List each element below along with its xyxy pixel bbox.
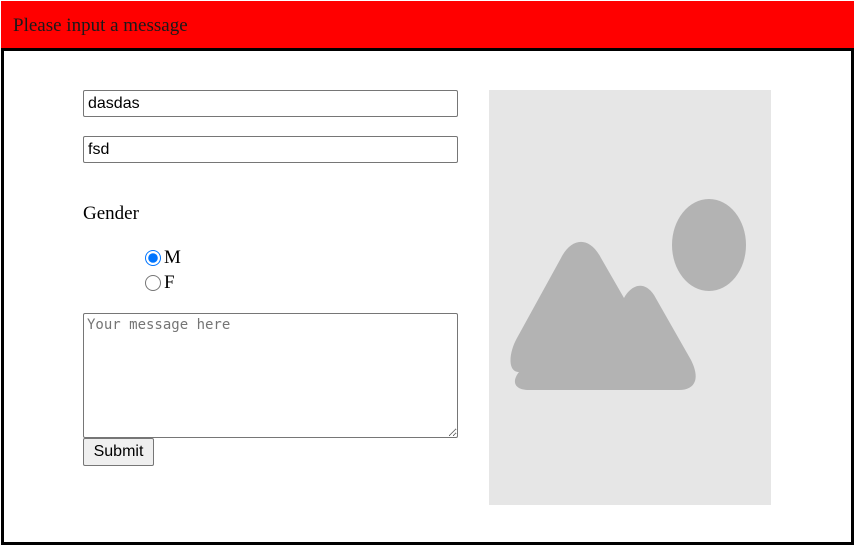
gender-label: Gender <box>83 203 139 224</box>
message-textarea[interactable] <box>83 313 458 438</box>
gender-option-m[interactable]: M <box>144 248 181 268</box>
header-banner: Please input a message <box>1 1 854 49</box>
sun-shape <box>672 199 746 291</box>
submit-button[interactable]: Submit <box>83 438 154 466</box>
image-placeholder-icon <box>510 199 746 390</box>
mountain-shape <box>510 241 696 390</box>
gender-radio-f[interactable] <box>145 275 161 291</box>
image-placeholder <box>489 90 771 505</box>
first-text-input[interactable] <box>83 90 458 117</box>
gender-option-f[interactable]: F <box>144 273 175 293</box>
gender-radio-m[interactable] <box>145 250 161 266</box>
gender-radio-m-label: M <box>164 247 181 268</box>
gender-radio-f-label: F <box>164 272 175 293</box>
banner-title: Please input a message <box>13 15 188 36</box>
second-text-input[interactable] <box>83 136 458 163</box>
